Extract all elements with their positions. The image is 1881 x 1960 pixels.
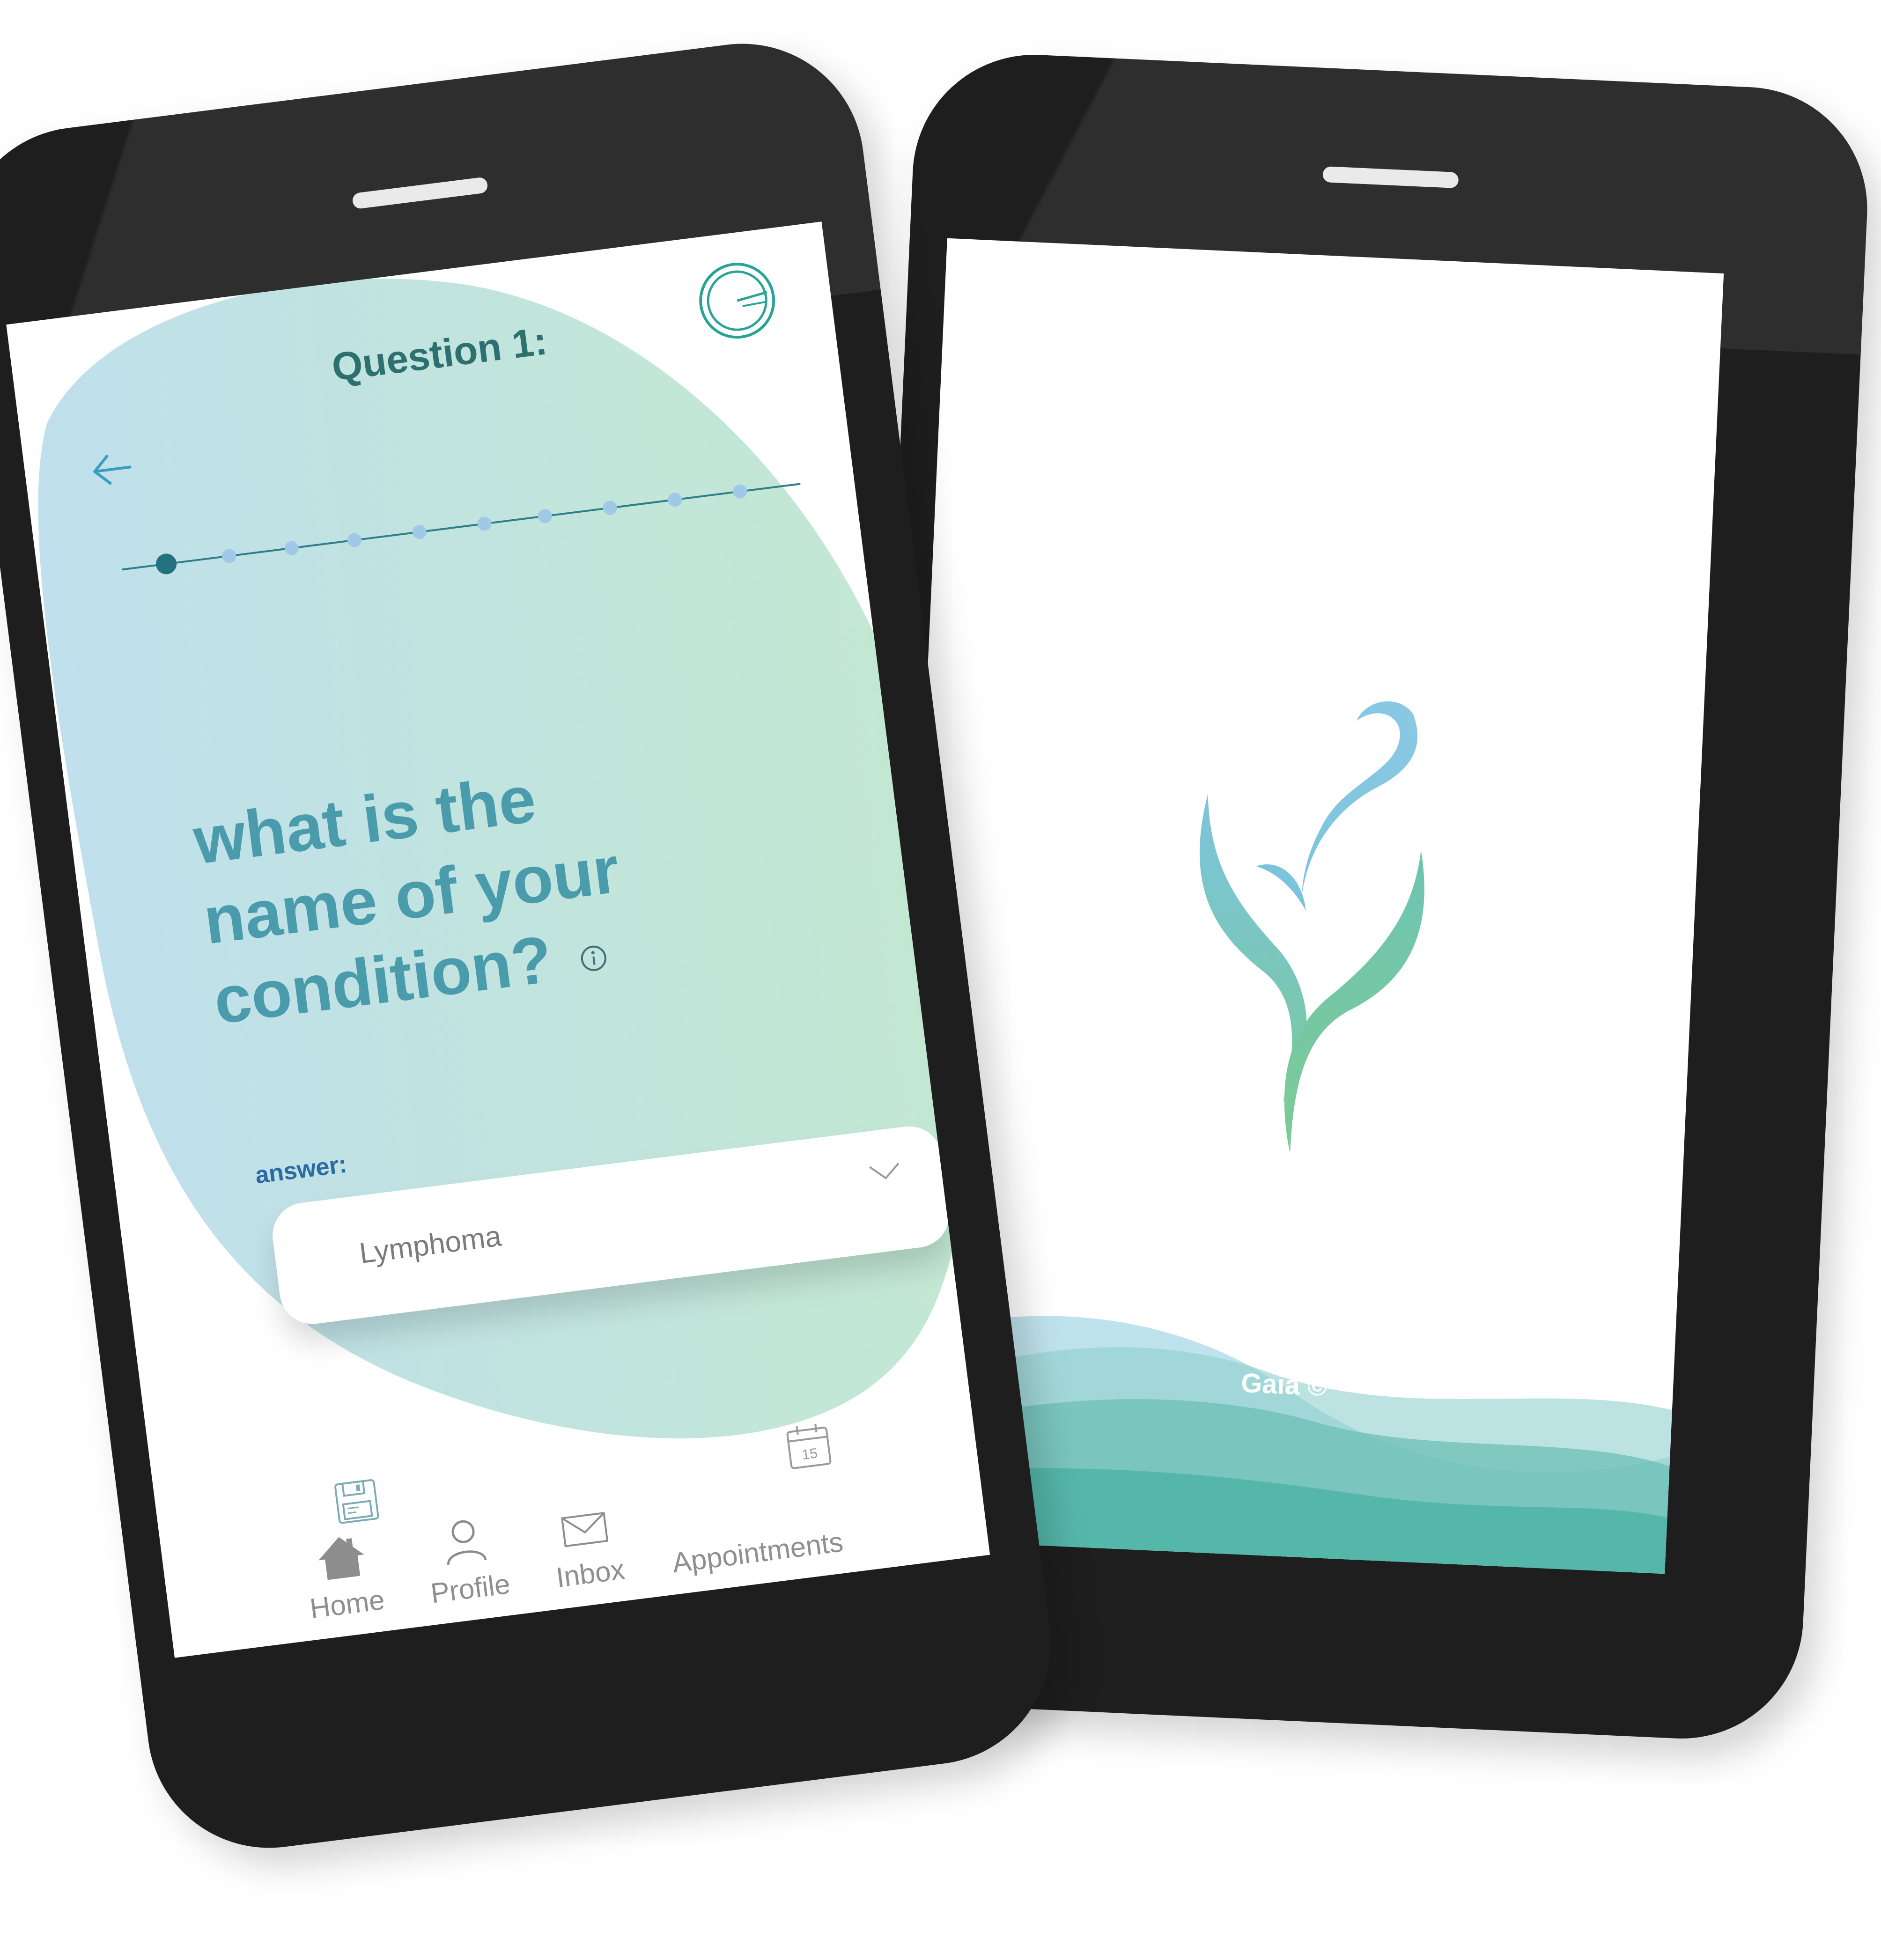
question-label: what is the name of your condition?: [189, 761, 623, 1039]
home-icon: [318, 1537, 364, 1580]
nav-label-inbox: Inbox: [554, 1553, 627, 1593]
leaf-logo-icon: [1200, 701, 1424, 1154]
nav-label-profile: Profile: [428, 1568, 512, 1609]
nav-item-inbox[interactable]: Inbox: [547, 1498, 627, 1594]
progress-dot: [347, 533, 361, 547]
back-arrow-icon[interactable]: [89, 450, 135, 488]
appointments-spacer-icon: [723, 1478, 780, 1531]
profile-icon: [447, 1520, 487, 1565]
progress-dot: [733, 484, 747, 499]
progress-dot: [222, 549, 236, 563]
save-icon[interactable]: [332, 1477, 382, 1526]
condition-select-value: Lymphoma: [357, 1220, 503, 1270]
calendar-shortcut[interactable]: 15: [782, 1419, 835, 1472]
nav-item-profile[interactable]: Profile: [422, 1513, 512, 1610]
progress-dot: [538, 509, 552, 523]
progress-dot-current: [156, 553, 177, 575]
progress-dot: [284, 541, 299, 555]
phone-speaker: [352, 177, 489, 210]
question-phone: Question 1: what is the name of your con…: [0, 29, 1065, 1862]
info-icon[interactable]: [578, 943, 609, 974]
chevron-down-icon[interactable]: [868, 1160, 902, 1183]
question-screen: Question 1: what is the name of your con…: [6, 221, 990, 1658]
nav-label-home: Home: [308, 1584, 387, 1625]
timer-icon[interactable]: [693, 256, 782, 345]
nav-item-home[interactable]: Home: [301, 1529, 386, 1625]
progress-dot: [412, 525, 427, 539]
progress-dot: [668, 493, 682, 507]
progress-dot: [477, 516, 492, 531]
progress-dot: [603, 501, 617, 515]
calendar-icon: 15: [786, 1423, 832, 1469]
phone-speaker: [1322, 166, 1459, 189]
nav-label-appointments: Appointments: [670, 1526, 845, 1579]
calendar-day: 15: [801, 1445, 819, 1463]
inbox-icon: [561, 1512, 609, 1547]
